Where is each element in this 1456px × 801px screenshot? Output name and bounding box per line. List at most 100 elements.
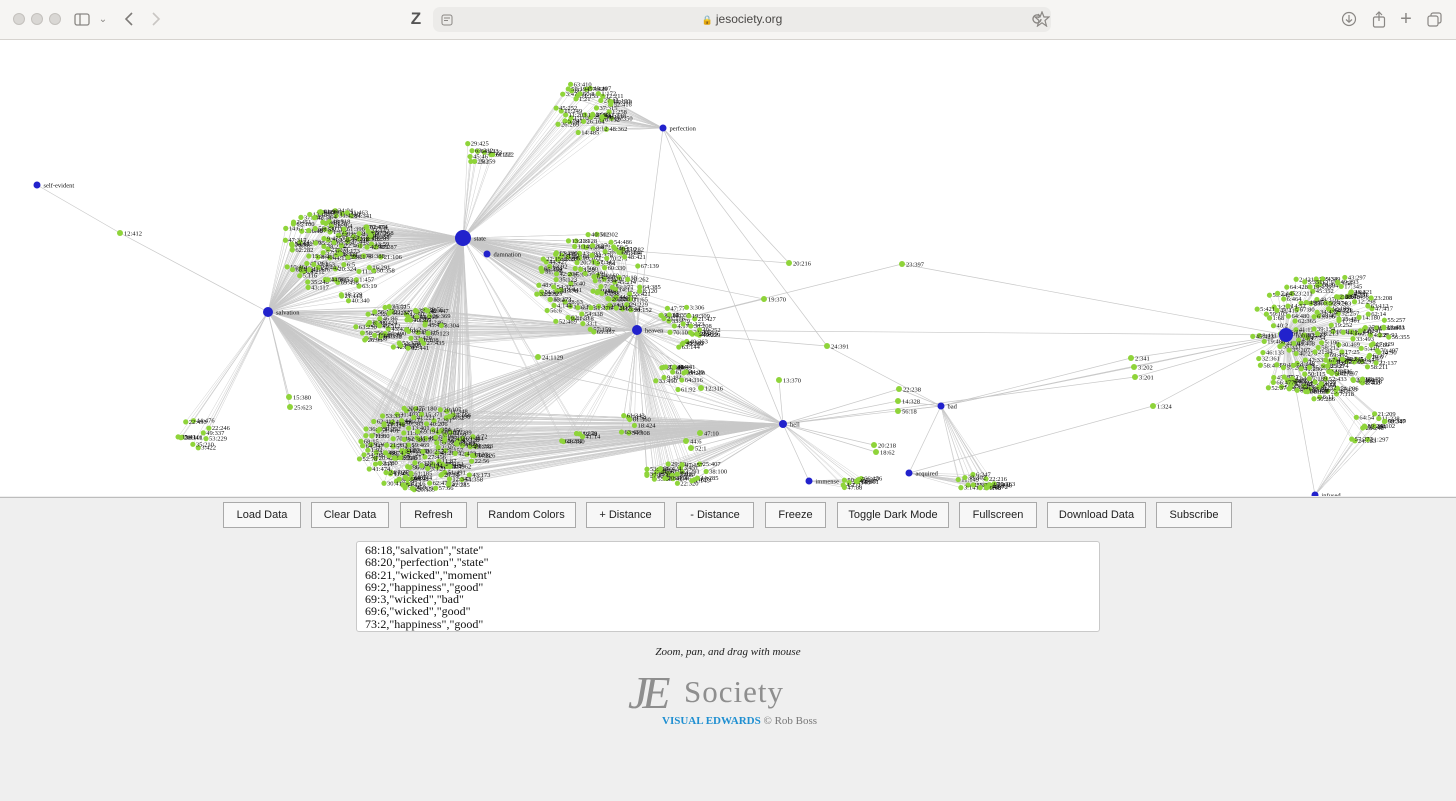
verse-node[interactable] — [553, 252, 558, 257]
verse-node[interactable] — [353, 324, 358, 329]
verse-node[interactable] — [1340, 357, 1345, 362]
verse-node[interactable] — [566, 86, 571, 91]
sidebar-toggle-icon[interactable] — [73, 8, 91, 30]
verse-node[interactable] — [1351, 378, 1356, 383]
verse-node[interactable] — [560, 92, 565, 97]
verse-node[interactable] — [1357, 315, 1362, 320]
verse-node[interactable] — [644, 473, 649, 478]
verse-node[interactable] — [534, 292, 539, 297]
verse-node[interactable] — [405, 476, 410, 481]
hub-node-self-evident[interactable] — [34, 182, 41, 189]
verse-node[interactable] — [383, 450, 388, 455]
verse-node[interactable] — [566, 238, 571, 243]
verse-node[interactable] — [1323, 358, 1328, 363]
graph-canvas[interactable]: 21:10624:37748:31827:35448:2349:25746:28… — [0, 40, 1456, 496]
freeze-button[interactable]: Freeze — [765, 502, 826, 528]
verse-node[interactable] — [1360, 377, 1365, 382]
verse-node[interactable] — [1250, 334, 1255, 339]
verse-node[interactable] — [433, 486, 438, 491]
verse-node[interactable] — [579, 311, 584, 316]
chevron-down-icon[interactable]: ⌄ — [97, 8, 109, 30]
verse-node[interactable] — [364, 244, 369, 249]
verse-node[interactable] — [306, 228, 311, 233]
verse-node[interactable] — [694, 331, 699, 336]
verse-node[interactable] — [1369, 342, 1374, 347]
verse-node[interactable] — [625, 277, 630, 282]
verse-node[interactable] — [575, 305, 580, 310]
bookmark-star-icon[interactable] — [1033, 8, 1051, 30]
verse-node[interactable] — [1302, 279, 1307, 284]
verse-node[interactable] — [686, 313, 691, 318]
ref-node[interactable] — [688, 445, 694, 451]
verse-node[interactable] — [1382, 419, 1387, 424]
verse-node[interactable] — [1312, 349, 1317, 354]
verse-node[interactable] — [688, 323, 693, 328]
verse-node[interactable] — [984, 485, 989, 490]
verse-node[interactable] — [425, 308, 430, 313]
verse-node[interactable] — [539, 267, 544, 272]
back-icon[interactable] — [121, 8, 137, 30]
ref-node[interactable] — [117, 230, 123, 236]
verse-node[interactable] — [622, 254, 627, 259]
verse-node[interactable] — [1294, 277, 1299, 282]
verse-node[interactable] — [377, 323, 382, 328]
verse-node[interactable] — [1286, 314, 1291, 319]
verse-node[interactable] — [1366, 311, 1371, 316]
forward-icon[interactable] — [148, 8, 164, 30]
verse-node[interactable] — [469, 148, 474, 153]
verse-node[interactable] — [594, 105, 599, 110]
verse-node[interactable] — [439, 323, 444, 328]
ref-node[interactable] — [535, 354, 541, 360]
verse-node[interactable] — [653, 378, 658, 383]
verse-node[interactable] — [1311, 326, 1316, 331]
verse-node[interactable] — [1311, 396, 1316, 401]
verse-node[interactable] — [391, 344, 396, 349]
verse-node[interactable] — [307, 212, 312, 217]
verse-node[interactable] — [465, 141, 470, 146]
verse-node[interactable] — [1365, 364, 1370, 369]
verse-node[interactable] — [600, 114, 605, 119]
verse-node[interactable] — [363, 433, 368, 438]
verse-node[interactable] — [1285, 303, 1290, 308]
verse-node[interactable] — [387, 304, 392, 309]
verse-node[interactable] — [341, 226, 346, 231]
verse-node[interactable] — [1303, 357, 1308, 362]
verse-node[interactable] — [1381, 325, 1386, 330]
verse-node[interactable] — [1386, 334, 1391, 339]
verse-node[interactable] — [1354, 415, 1359, 420]
toggle-dark-mode-button[interactable]: Toggle Dark Mode — [837, 502, 949, 528]
verse-node[interactable] — [404, 327, 409, 332]
hub-node-hell[interactable] — [779, 420, 787, 428]
verse-node[interactable] — [312, 215, 317, 220]
verse-node[interactable] — [1382, 318, 1387, 323]
verse-node[interactable] — [1303, 389, 1308, 394]
increase-distance-button[interactable]: + Distance — [586, 502, 665, 528]
decrease-distance-button[interactable]: - Distance — [676, 502, 754, 528]
verse-node[interactable] — [580, 434, 585, 439]
verse-node[interactable] — [419, 463, 424, 468]
verse-node[interactable] — [675, 387, 680, 392]
verse-node[interactable] — [402, 406, 407, 411]
verse-node[interactable] — [599, 291, 604, 296]
verse-node[interactable] — [1376, 416, 1381, 421]
verse-node[interactable] — [581, 119, 586, 124]
verse-node[interactable] — [1274, 362, 1279, 367]
verse-node[interactable] — [413, 308, 418, 313]
verse-node[interactable] — [363, 426, 368, 431]
verse-node[interactable] — [658, 466, 663, 471]
clear-data-button[interactable]: Clear Data — [311, 502, 389, 528]
verse-node[interactable] — [425, 466, 430, 471]
ref-node[interactable] — [786, 260, 792, 266]
downloads-icon[interactable] — [1340, 8, 1358, 30]
verse-node[interactable] — [609, 99, 614, 104]
verse-node[interactable] — [591, 329, 596, 334]
ref-node[interactable] — [698, 385, 704, 391]
ref-node[interactable] — [899, 261, 905, 267]
verse-node[interactable] — [595, 290, 600, 295]
verse-node[interactable] — [290, 267, 295, 272]
verse-node[interactable] — [1267, 315, 1272, 320]
verse-node[interactable] — [1336, 316, 1341, 321]
hub-node-damnation[interactable] — [484, 251, 491, 258]
verse-node[interactable] — [377, 461, 382, 466]
verse-node[interactable] — [397, 341, 402, 346]
